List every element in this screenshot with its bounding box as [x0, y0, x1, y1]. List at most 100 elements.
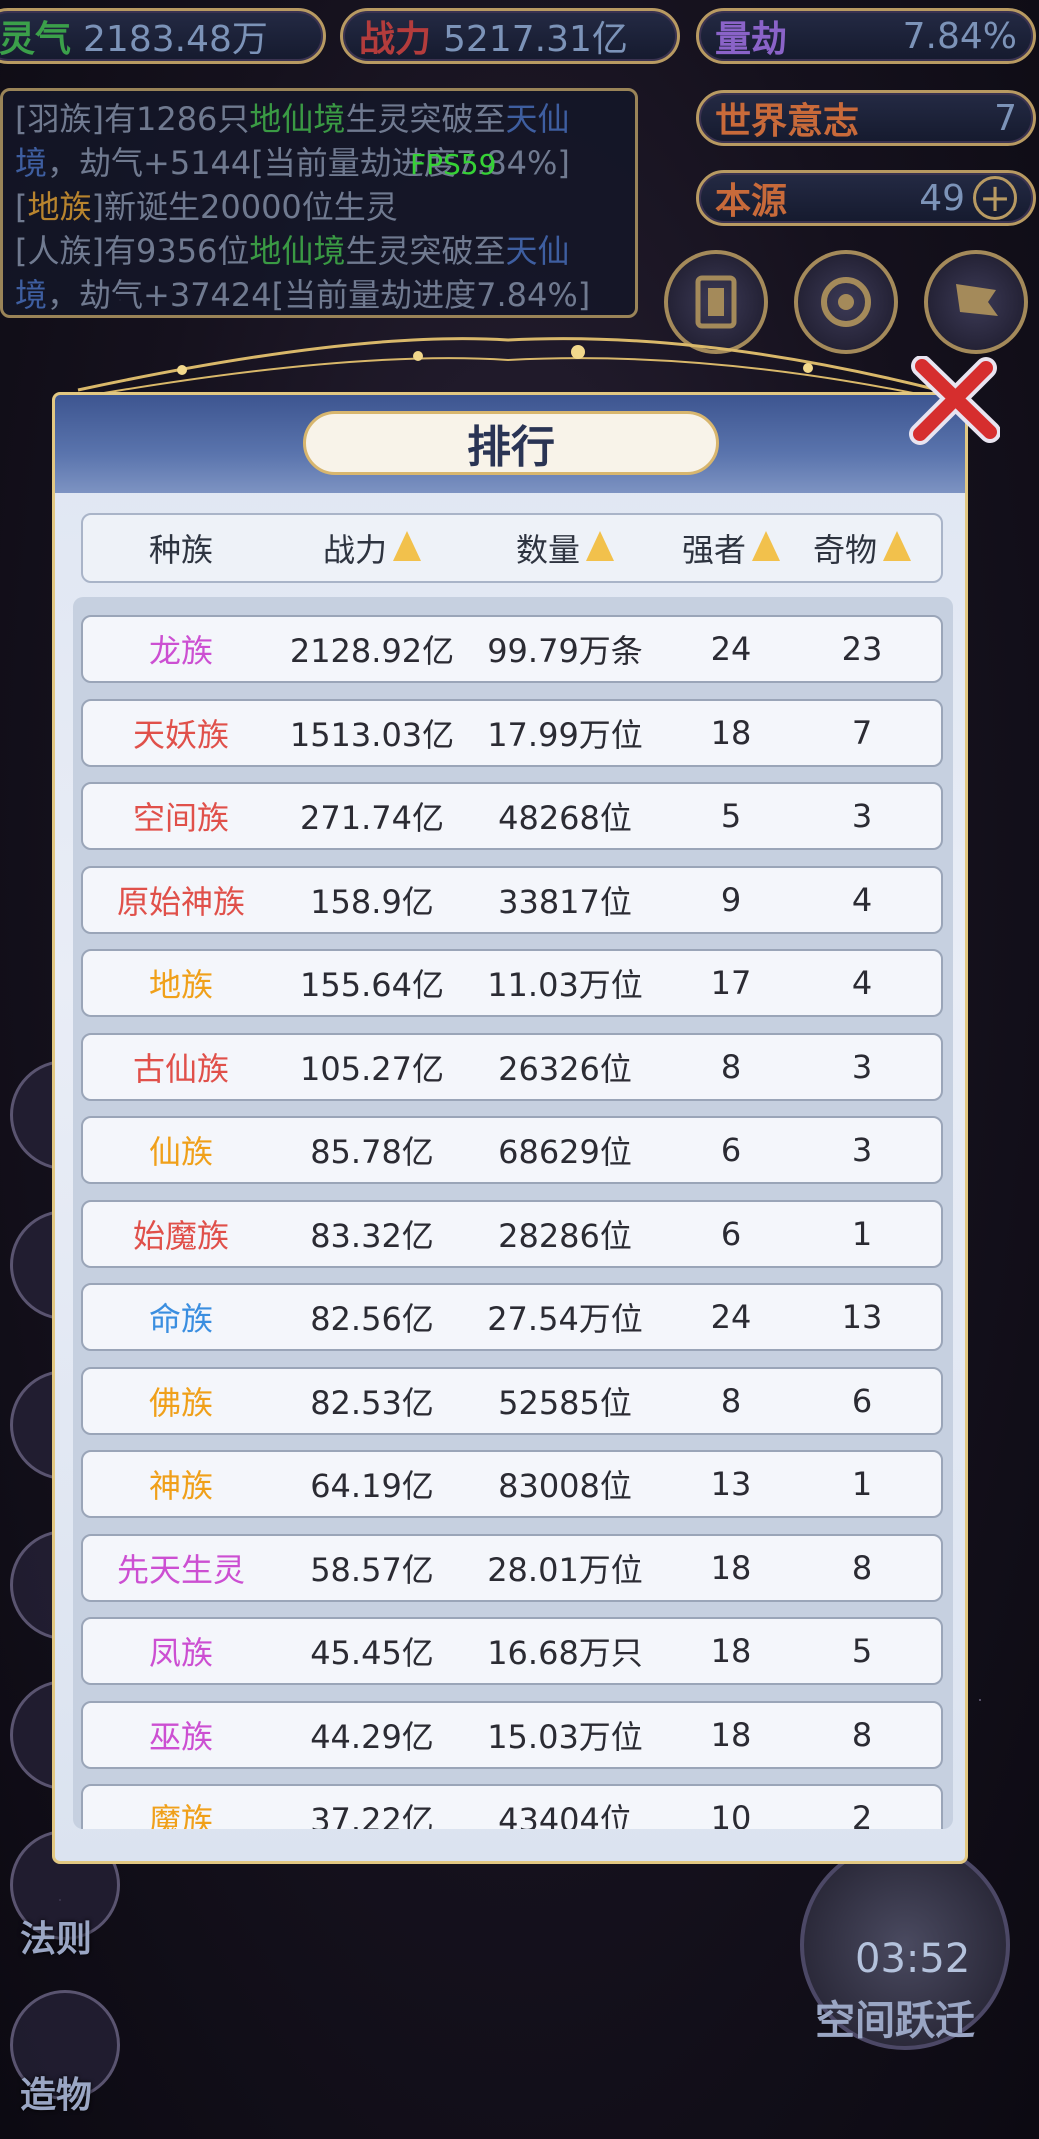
cell-power: 37.22亿: [310, 1801, 434, 1829]
cell-power: 271.74亿: [300, 799, 444, 837]
cell-strong: 6: [720, 1214, 742, 1253]
cell-name: 古仙族: [132, 1049, 229, 1088]
cell-strong: 24: [710, 1298, 752, 1336]
cell-name: 命族: [148, 1300, 213, 1338]
table-row[interactable]: 地族 155.64亿 11.03万位 17 4: [81, 949, 943, 1017]
table-row[interactable]: 魔族 37.22亿 43404位 10 2: [81, 1784, 943, 1829]
sort-by-count[interactable]: 数量: [465, 525, 665, 571]
log-segment: 地仙境: [249, 100, 346, 138]
cell-count: 28.01万位: [487, 1550, 643, 1589]
modal-title: 排行: [303, 411, 719, 475]
space-jump-label[interactable]: 空间跃迁: [815, 1988, 975, 2046]
table-row[interactable]: 始魔族 83.32亿 28286位 6 1: [81, 1199, 943, 1268]
cell-power: 105.27亿: [300, 1049, 444, 1088]
benyuan-value: 49: [919, 177, 965, 219]
sort-by-strong[interactable]: 强者: [665, 525, 797, 571]
table-row[interactable]: 古仙族 105.27亿 26326位 8 3: [81, 1032, 943, 1101]
world-will-display[interactable]: 世界意志 7: [696, 90, 1036, 146]
liangjie-display[interactable]: 量劫 7.84%: [696, 8, 1036, 64]
cell-count: 68629位: [498, 1133, 632, 1171]
table-row[interactable]: 空间族 271.74亿 48268位 5 3: [81, 782, 943, 850]
cell-power: 82.53亿: [310, 1383, 434, 1422]
cell-power: 85.78亿: [310, 1133, 434, 1171]
benyuan-label: 本源: [715, 181, 788, 222]
lingqi-label: 灵气: [0, 19, 72, 60]
zhanli-label: 战力: [359, 19, 432, 60]
cell-count: 27.54万位: [487, 1300, 643, 1338]
table-row[interactable]: 佛族 82.53亿 52585位 8 6: [81, 1366, 943, 1435]
cell-items: 8: [851, 1548, 873, 1587]
cell-count: 83008位: [498, 1467, 632, 1505]
ranking-modal: 排行 种族 战力 数量 强者 奇物 龙族 2128.92亿 99.79万条 24 23 天…: [52, 392, 968, 1864]
cell-power: 2128.92亿: [289, 632, 455, 670]
cell-items: 3: [851, 1131, 873, 1169]
cell-name: 仙族: [148, 1133, 213, 1171]
table-header: 种族 战力 数量 强者 奇物: [81, 513, 943, 583]
cell-name: 天妖族: [132, 715, 229, 754]
cell-strong: 24: [710, 630, 752, 668]
cell-name: 神族: [148, 1467, 213, 1505]
cell-strong: 18: [710, 1632, 752, 1670]
cell-name: 地族: [148, 966, 213, 1004]
zhanli-display: 战力 5217.31亿: [340, 8, 680, 64]
cell-items: 5: [851, 1632, 873, 1670]
cell-items: 4: [851, 964, 873, 1002]
table-row[interactable]: 凤族 45.45亿 16.68万只 18 5: [81, 1617, 943, 1685]
log-segment: 生灵突破至: [345, 100, 506, 138]
cell-strong: 10: [710, 1799, 752, 1829]
ranking-list[interactable]: 龙族 2128.92亿 99.79万条 24 23 天妖族 1513.03亿 17.99万位 1…: [73, 597, 953, 1829]
close-icon[interactable]: [908, 356, 1000, 448]
cell-items: 3: [851, 1047, 873, 1086]
cell-count: 15.03万位: [487, 1717, 643, 1756]
table-row[interactable]: 巫族 44.29亿 15.03万位 18 8: [81, 1700, 943, 1769]
cell-count: 48268位: [498, 799, 632, 837]
zhanli-value: 5217.31亿: [443, 19, 628, 60]
cell-count: 11.03万位: [487, 966, 643, 1004]
benyuan-display: 本源 49 +: [696, 170, 1036, 226]
cell-items: 8: [851, 1715, 873, 1754]
cell-power: 58.57亿: [310, 1550, 434, 1589]
log-segment: [羽族]有1286只: [15, 100, 250, 138]
table-row[interactable]: 先天生灵 58.57亿 28.01万位 18 8: [81, 1533, 943, 1602]
liangjie-label: 量劫: [715, 19, 788, 60]
log-segment: ]新诞生20000位生灵: [91, 188, 398, 226]
table-row[interactable]: 命族 82.56亿 27.54万位 24 13: [81, 1283, 943, 1351]
cell-count: 52585位: [498, 1383, 632, 1422]
cell-items: 13: [841, 1298, 883, 1336]
log-entry: [羽族]有1286只地仙境生灵突破至天仙境，劫气+5144[当前量劫进度7.84…: [15, 97, 623, 185]
sort-by-items[interactable]: 奇物: [797, 525, 927, 571]
cell-power: 64.19亿: [310, 1467, 434, 1505]
sort-by-power[interactable]: 战力: [279, 525, 465, 571]
table-row[interactable]: 原始神族 158.9亿 33817位 9 4: [81, 865, 943, 934]
cell-strong: 18: [710, 1548, 752, 1587]
liangjie-value: 7.84%: [902, 15, 1017, 57]
log-segment: [人族]有9356位: [15, 232, 250, 270]
cell-count: 26326位: [498, 1049, 632, 1088]
cell-power: 158.9亿: [310, 882, 434, 921]
table-row[interactable]: 神族 64.19亿 83008位 13 1: [81, 1450, 943, 1518]
cell-count: 99.79万条: [487, 632, 643, 670]
modal-ornament: [77, 337, 939, 395]
cell-strong: 17: [710, 964, 752, 1002]
cell-items: 1: [851, 1465, 873, 1503]
add-benyuan-button[interactable]: +: [973, 176, 1017, 220]
sort-arrow-icon: [883, 531, 911, 561]
log-segment: 生灵突破至: [345, 232, 506, 270]
cell-count: 16.68万只: [487, 1634, 643, 1672]
creation-label: 造物: [20, 2075, 93, 2116]
cell-items: 7: [851, 713, 873, 752]
cell-count: 17.99万位: [487, 715, 643, 754]
fps-counter: FPS59: [410, 148, 497, 181]
cell-items: 3: [851, 797, 873, 835]
law-label: 法则: [20, 1919, 93, 1960]
cell-power: 44.29亿: [310, 1717, 434, 1756]
cell-strong: 8: [720, 1381, 742, 1420]
table-row[interactable]: 仙族 85.78亿 68629位 6 3: [81, 1116, 943, 1184]
cell-count: 43404位: [498, 1801, 632, 1829]
cell-power: 45.45亿: [310, 1634, 434, 1672]
table-row[interactable]: 天妖族 1513.03亿 17.99万位 18 7: [81, 698, 943, 767]
table-row[interactable]: 龙族 2128.92亿 99.79万条 24 23: [81, 615, 943, 683]
cell-name: 巫族: [148, 1717, 213, 1756]
event-log: [羽族]有1286只地仙境生灵突破至天仙境，劫气+5144[当前量劫进度7.84…: [0, 88, 638, 318]
cell-power: 1513.03亿: [289, 715, 455, 754]
